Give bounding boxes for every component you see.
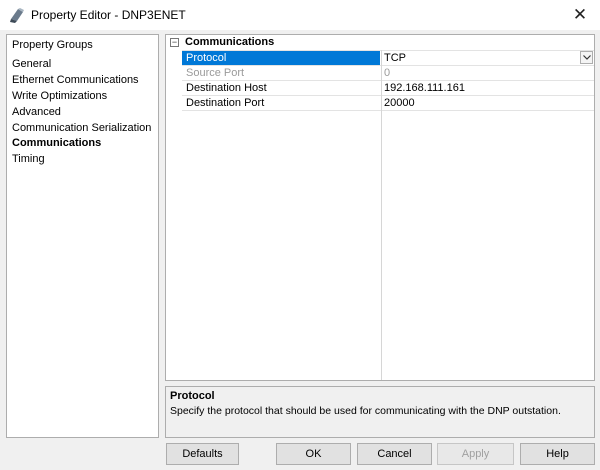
property-row-source-port[interactable]: Source Port 0 (182, 65, 594, 80)
property-value-destination-host[interactable]: 192.168.111.161 (381, 81, 594, 95)
cancel-button[interactable]: Cancel (357, 443, 432, 465)
group-item-timing[interactable]: Timing (12, 153, 45, 165)
property-name-protocol[interactable]: Protocol (182, 51, 380, 65)
property-value-destination-port[interactable]: 20000 (381, 96, 594, 110)
property-name-source-port: Source Port (186, 67, 245, 79)
ok-button[interactable]: OK (276, 443, 351, 465)
column-divider[interactable] (381, 50, 382, 380)
collapse-toggle-icon[interactable]: − (170, 38, 179, 47)
help-button[interactable]: Help (520, 443, 595, 465)
group-item-advanced[interactable]: Advanced (12, 106, 61, 118)
title-bar: Property Editor - DNP3ENET ✕ (0, 0, 600, 30)
group-item-ethernet-communications[interactable]: Ethernet Communications (12, 74, 139, 86)
group-item-write-optimizations[interactable]: Write Optimizations (12, 90, 107, 102)
close-button[interactable]: ✕ (560, 0, 600, 30)
property-groups-header: Property Groups (12, 39, 93, 51)
description-panel: Protocol Specify the protocol that shoul… (165, 386, 595, 438)
property-groups-panel: Property Groups General Ethernet Communi… (6, 34, 159, 438)
property-row-destination-port[interactable]: Destination Port 20000 (182, 95, 594, 111)
defaults-button[interactable]: Defaults (166, 443, 239, 465)
apply-button[interactable]: Apply (437, 443, 514, 465)
property-editor-app-icon (9, 7, 25, 23)
description-text: Specify the protocol that should be used… (170, 405, 561, 417)
group-item-communication-serialization[interactable]: Communication Serialization (12, 122, 151, 134)
protocol-dropdown-button[interactable] (580, 51, 593, 64)
property-row-destination-host[interactable]: Destination Host 192.168.111.161 (182, 80, 594, 95)
description-title: Protocol (170, 390, 215, 402)
window-title: Property Editor - DNP3ENET (31, 8, 186, 22)
property-grid: − Communications Protocol TCP Source Por… (165, 34, 595, 381)
chevron-down-icon (582, 55, 591, 60)
category-row-communications[interactable]: − Communications (166, 35, 594, 50)
grid-gutter (166, 50, 182, 380)
property-value-protocol[interactable]: TCP (381, 51, 594, 65)
close-icon: ✕ (572, 5, 588, 24)
property-name-destination-port[interactable]: Destination Port (182, 96, 380, 110)
category-label: Communications (185, 36, 275, 48)
group-item-communications[interactable]: Communications (12, 137, 101, 149)
property-value-source-port: 0 (384, 67, 391, 79)
property-row-protocol[interactable]: Protocol TCP (182, 50, 594, 65)
property-name-destination-host[interactable]: Destination Host (182, 81, 380, 95)
group-item-general[interactable]: General (12, 58, 51, 70)
